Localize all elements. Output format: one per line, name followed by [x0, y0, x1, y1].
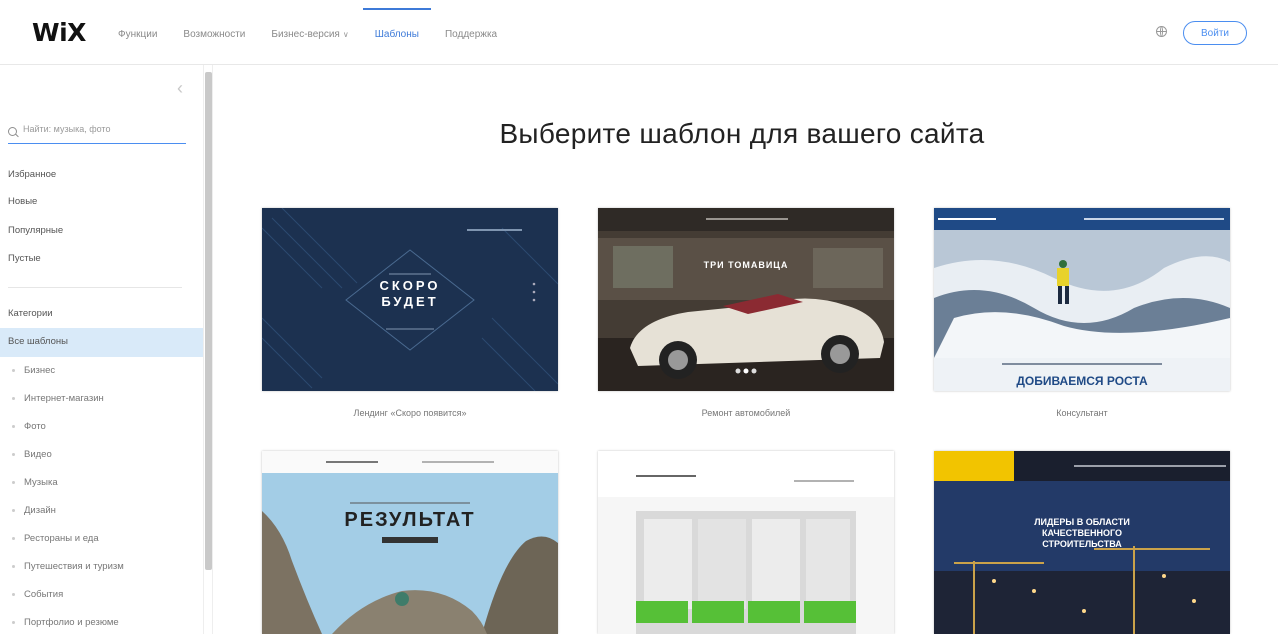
- bullet-icon: [12, 369, 15, 372]
- bullet-icon: [12, 453, 15, 456]
- globe-icon[interactable]: [1156, 26, 1167, 37]
- sidebar-item-design[interactable]: Дизайн: [12, 505, 56, 516]
- template-thumbnail[interactable]: СКОРО БУДЕТ: [262, 208, 558, 391]
- sidebar-item-events[interactable]: События: [12, 589, 64, 600]
- sidebar-item-video[interactable]: Видео: [12, 449, 52, 460]
- sidebar-item-label: Путешествия и туризм: [24, 561, 124, 572]
- template-name[interactable]: Консультант: [934, 408, 1230, 418]
- bullet-icon: [12, 509, 15, 512]
- template-thumbnail[interactable]: ТРИ ТОМАВИЦА: [598, 208, 894, 391]
- sidebar-item-label: Музыка: [24, 477, 58, 488]
- sidebar-item-music[interactable]: Музыка: [12, 477, 58, 488]
- sidebar-item-restaurants[interactable]: Рестораны и еда: [12, 533, 99, 544]
- sidebar-item-travel[interactable]: Путешествия и туризм: [12, 561, 124, 572]
- bullet-icon: [12, 425, 15, 428]
- nav-support[interactable]: Поддержка: [445, 0, 497, 64]
- sidebar-item-favorites[interactable]: Избранное: [8, 169, 56, 180]
- thumb-text: СКОРО: [379, 278, 441, 293]
- chevron-left-icon[interactable]: ‹: [177, 78, 183, 98]
- template-thumbnail[interactable]: РЕЗУЛЬТАТ: [262, 451, 558, 634]
- main-nav: Функции Возможности Бизнес-версия ∨ Шабло…: [118, 0, 523, 64]
- sidebar-item-online-store[interactable]: Интернет-магазин: [12, 393, 104, 404]
- mountain-climber-artwork: [934, 208, 1230, 391]
- bullet-icon: [12, 565, 15, 568]
- thumb-text: БУДЕТ: [381, 294, 439, 309]
- template-name[interactable]: Лендинг «Скоро появится»: [262, 408, 558, 418]
- nav-business-label: Бизнес-версия: [271, 29, 340, 40]
- nav-business[interactable]: Бизнес-версия ∨: [271, 0, 348, 64]
- bullet-icon: [12, 397, 15, 400]
- login-button[interactable]: Войти: [1183, 21, 1247, 45]
- wix-logo[interactable]: WiX: [32, 19, 86, 47]
- bullet-icon: [12, 537, 15, 540]
- sidebar-item-new[interactable]: Новые: [8, 196, 37, 207]
- template-thumbnail[interactable]: [598, 451, 894, 634]
- sidebar-item-photo[interactable]: Фото: [12, 421, 46, 432]
- categories-heading: Категории: [8, 308, 53, 319]
- bullet-icon: [12, 593, 15, 596]
- sidebar-item-label: Портфолио и резюме: [24, 617, 119, 628]
- page-title: Выберите шаблон для вашего сайта: [499, 118, 985, 149]
- sidebar-item-popular[interactable]: Популярные: [8, 225, 63, 236]
- sidebar-item-label: Бизнес: [24, 365, 56, 376]
- nav-features[interactable]: Функции: [118, 0, 157, 64]
- thumb-text: ЛИДЕРЫ В ОБЛАСТИ: [1034, 517, 1130, 527]
- search-icon: [8, 127, 17, 136]
- sidebar-item-business[interactable]: Бизнес: [12, 365, 56, 376]
- top-header: WiX Функции Возможности Бизнес-версия ∨ Ш…: [0, 0, 1278, 65]
- chevron-down-icon: ∨: [342, 30, 349, 39]
- search-input[interactable]: [21, 123, 185, 135]
- search-box: [8, 121, 186, 144]
- interior-artwork: [598, 451, 894, 634]
- thumb-text: СТРОИТЕЛЬСТВА: [1042, 539, 1122, 549]
- sidebar-item-portfolio[interactable]: Портфолио и резюме: [12, 617, 119, 628]
- sidebar: ‹ Избранное Новые Популярные Пустые Кате…: [0, 65, 203, 634]
- sidebar-item-label: Дизайн: [24, 505, 56, 516]
- template-name[interactable]: Ремонт автомобилей: [598, 408, 894, 418]
- cliff-artwork: [262, 451, 558, 634]
- thumb-text: ДОБИВАЕМСЯ РОСТА: [1016, 374, 1148, 388]
- sidebar-item-label: Видео: [24, 449, 52, 460]
- sidebar-item-label: События: [24, 589, 64, 600]
- sidebar-item-label: Интернет-магазин: [24, 393, 104, 404]
- sidebar-scrollbar-thumb[interactable]: [205, 72, 212, 570]
- sidebar-item-blank[interactable]: Пустые: [8, 253, 41, 264]
- thumb-text: РЕЗУЛЬТАТ: [344, 509, 476, 531]
- template-thumbnail[interactable]: ДОБИВАЕМСЯ РОСТА: [934, 208, 1230, 391]
- sidebar-item-all-templates-label: Все шаблоны: [8, 336, 68, 347]
- template-thumbnail[interactable]: ЛИДЕРЫ В ОБЛАСТИ КАЧЕСТВЕННОГО СТРОИТЕЛЬ…: [934, 451, 1230, 634]
- car-workshop-artwork: [598, 208, 894, 391]
- nav-templates[interactable]: Шаблоны: [362, 0, 432, 64]
- bullet-icon: [12, 481, 15, 484]
- sidebar-item-label: Рестораны и еда: [24, 533, 99, 544]
- sidebar-item-label: Фото: [24, 421, 46, 432]
- thumb-text: КАЧЕСТВЕННОГО: [1042, 528, 1122, 538]
- bullet-icon: [12, 621, 15, 624]
- nav-possibilities[interactable]: Возможности: [183, 0, 245, 64]
- thumb-text: ТРИ ТОМАВИЦА: [703, 260, 789, 270]
- sidebar-divider: [8, 287, 182, 288]
